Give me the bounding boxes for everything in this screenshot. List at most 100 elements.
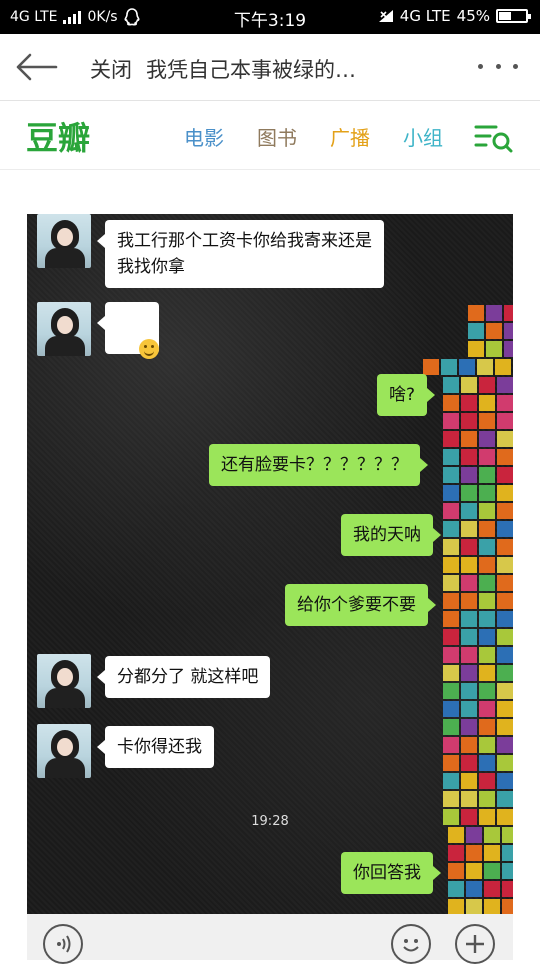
close-link[interactable]: 关闭 — [90, 58, 132, 82]
mosaic-tile — [461, 503, 477, 519]
mosaic-tile — [461, 449, 477, 465]
mosaic-tile — [448, 863, 464, 879]
mosaic-tile — [479, 485, 495, 501]
mosaic-tile — [443, 737, 459, 753]
smile-emoji-icon — [138, 339, 159, 359]
mosaic-tile — [502, 863, 513, 879]
mosaic-tile — [461, 485, 477, 501]
mosaic-tile — [468, 305, 484, 321]
mosaic-tile — [484, 863, 500, 879]
mosaic-tile — [461, 413, 477, 429]
mosaic-tile — [461, 593, 477, 609]
mosaic-tile — [466, 845, 482, 861]
mosaic-tile — [461, 701, 477, 717]
mosaic-tile — [448, 827, 464, 843]
mosaic-tile — [443, 449, 459, 465]
mosaic-tile — [443, 485, 459, 501]
avatar — [37, 654, 91, 708]
mosaic-tile — [443, 683, 459, 699]
menu-search-icon[interactable] — [474, 121, 514, 153]
mosaic-tile — [459, 359, 475, 375]
mosaic-tile — [443, 431, 459, 447]
more-menu-icon[interactable] — [478, 56, 518, 76]
mosaic-tile — [461, 467, 477, 483]
mosaic-tile — [497, 791, 513, 807]
nav-book[interactable]: 图书 — [257, 122, 297, 151]
nav-movie[interactable]: 电影 — [184, 122, 224, 151]
mosaic-tile — [479, 683, 495, 699]
mosaic-tile — [443, 611, 459, 627]
mosaic-tile — [479, 611, 495, 627]
mosaic-tile — [443, 647, 459, 663]
mosaic-tile — [486, 305, 502, 321]
mosaic-tile — [479, 575, 495, 591]
mosaic-tile — [479, 773, 495, 789]
mosaic-tile — [479, 647, 495, 663]
mosaic-tile — [461, 719, 477, 735]
mosaic-tile — [443, 503, 459, 519]
mosaic-tile — [497, 521, 513, 537]
mosaic-tile — [497, 575, 513, 591]
mosaic-tile — [486, 323, 502, 339]
status-right: 4G LTE 45% — [378, 7, 531, 25]
mosaic-tile — [497, 431, 513, 447]
site-nav: 豆瓣 电影 图书 广播 小组 — [0, 101, 540, 170]
battery-percent: 45% — [456, 7, 490, 25]
avatar — [37, 724, 91, 778]
mosaic-tile — [479, 791, 495, 807]
mosaic-tile — [479, 701, 495, 717]
mosaic-tile — [479, 521, 495, 537]
mosaic-tile — [443, 557, 459, 573]
avatar — [37, 214, 91, 268]
voice-icon — [57, 935, 71, 953]
mosaic-tile — [479, 467, 495, 483]
douban-logo[interactable]: 豆瓣 — [26, 113, 90, 159]
avatar — [37, 302, 91, 356]
mosaic-tile — [461, 431, 477, 447]
chat-screenshot: 我工行那个工资卡你给我寄来还是 我找你拿 啥? 还有脸要卡？？？？？？ 我的天呐… — [27, 214, 513, 914]
message-bubble-out: 你回答我 — [341, 852, 441, 894]
mosaic-tile — [443, 467, 459, 483]
mosaic-tile — [495, 359, 511, 375]
emoji-icon — [403, 939, 419, 952]
mosaic-tile — [461, 647, 477, 663]
emoji-button[interactable] — [391, 924, 431, 964]
title-area: 关闭 我凭自己本事被绿的… — [90, 54, 356, 84]
mosaic-tile — [466, 881, 482, 897]
mosaic-tile — [479, 377, 495, 393]
nav-broadcast[interactable]: 广播 — [330, 122, 370, 151]
mosaic-tile — [479, 629, 495, 645]
mosaic-tile — [443, 701, 459, 717]
mosaic-tile — [461, 611, 477, 627]
mosaic-tile — [497, 539, 513, 555]
chat-input-bar — [27, 914, 513, 964]
mosaic-tile — [497, 665, 513, 681]
mosaic-tile — [479, 737, 495, 753]
mosaic-tile — [484, 899, 500, 914]
mosaic-tile — [479, 413, 495, 429]
mosaic-tile — [468, 323, 484, 339]
mosaic-tile — [443, 791, 459, 807]
voice-button[interactable] — [43, 924, 83, 964]
mosaic-tile — [504, 305, 513, 321]
mosaic-tile — [461, 665, 477, 681]
mosaic-tile — [497, 629, 513, 645]
mosaic-tile — [461, 557, 477, 573]
nav-group[interactable]: 小组 — [403, 122, 443, 151]
mosaic-tile — [479, 503, 495, 519]
mosaic-tile — [497, 773, 513, 789]
mosaic-tile — [479, 539, 495, 555]
mosaic-tile — [443, 755, 459, 771]
mosaic-tile — [443, 395, 459, 411]
mosaic-tile — [466, 899, 482, 914]
add-button[interactable] — [455, 924, 495, 964]
mosaic-tile — [443, 575, 459, 591]
mosaic-tile — [443, 413, 459, 429]
mosaic-tile — [461, 791, 477, 807]
mosaic-tile — [497, 557, 513, 573]
mosaic-tile — [443, 593, 459, 609]
mosaic-tile — [461, 773, 477, 789]
mosaic-tile — [443, 521, 459, 537]
message-bubble-out: 啥? — [377, 374, 436, 416]
back-arrow-icon[interactable] — [14, 51, 58, 83]
